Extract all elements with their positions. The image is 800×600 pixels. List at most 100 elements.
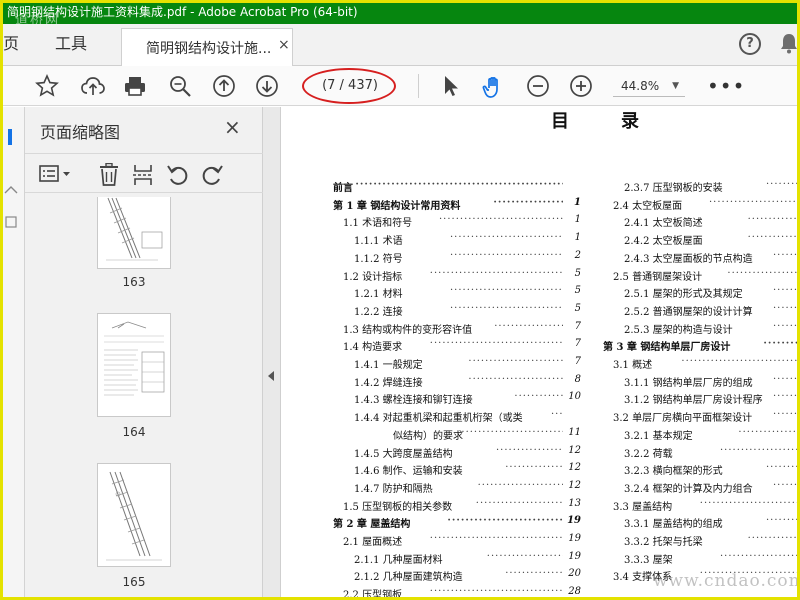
- toc-entry[interactable]: 1.2 设计指标 ································…: [333, 268, 581, 285]
- panel-title: 页面缩略图: [40, 123, 121, 142]
- zoom-in-icon[interactable]: [569, 74, 593, 98]
- toc-entry[interactable]: 2.4.3 太空屋面板的节点构造 ························…: [603, 250, 797, 267]
- previous-page-icon[interactable]: [212, 74, 236, 98]
- tab-home[interactable]: 主页: [3, 24, 19, 66]
- toc-entry[interactable]: 1.4 构造要求 ································…: [333, 338, 581, 355]
- toc-entry[interactable]: 2.1 屋面概述 ································…: [333, 533, 581, 550]
- print-icon[interactable]: [123, 74, 147, 98]
- toc-entry[interactable]: 2.5.3 屋架的构造与设计 ··························…: [603, 321, 797, 338]
- toc-leader-dots: ········································…: [496, 444, 563, 456]
- toc-entry[interactable]: 3.3.2 托架与托梁 ·····························…: [603, 533, 798, 550]
- toc-entry[interactable]: 3.2.3 横向框架的形式 ···························…: [603, 462, 797, 479]
- toc-entry[interactable]: 2.4 太空板屋面 ·······························…: [603, 197, 797, 214]
- toc-entry[interactable]: 2.4.2 太空板屋面 ·····························…: [603, 232, 797, 249]
- page-thumbnail[interactable]: [97, 313, 171, 417]
- toc-entry[interactable]: 1.3 结构或构件的变形容许值 ·························…: [333, 321, 581, 338]
- close-panel-icon[interactable]: ×: [224, 115, 241, 139]
- toc-entry[interactable]: 1.1.1 术语 ································…: [333, 232, 581, 249]
- toc-entry[interactable]: 1.4.1 一般规定 ······························…: [333, 356, 581, 373]
- thumbnail-options-icon[interactable]: [39, 163, 73, 189]
- tab-document[interactable]: 简明钢结构设计施... ×: [121, 28, 293, 66]
- toc-entry[interactable]: 3.1 概述 ··································…: [603, 356, 799, 373]
- toc-entry[interactable]: 3.3.3 屋架 ································…: [603, 550, 800, 568]
- toc-entry[interactable]: 3.2.2 荷载 ································…: [603, 445, 797, 462]
- more-tools-icon[interactable]: •••: [707, 74, 745, 98]
- toc-entry-label: 2.2 压型钢板: [343, 590, 403, 600]
- delete-page-icon[interactable]: [98, 162, 120, 191]
- thumbnail-page-number: 163: [122, 275, 146, 289]
- toc-page-number: 13: [568, 497, 581, 509]
- close-tab-icon[interactable]: ×: [278, 37, 290, 53]
- toc-entry[interactable]: 3.1.2 钢结构单层厂房设计程序 ·······················…: [603, 391, 797, 408]
- toc-entry[interactable]: 3.1.1 钢结构单层厂房的组成 ························…: [603, 373, 799, 391]
- toc-entry[interactable]: 1.4.7 防护和隔热 ·····························…: [333, 480, 581, 497]
- toc-entry[interactable]: 2.2 压型钢板 ································…: [333, 586, 581, 600]
- toc-leader-dots: ········································…: [477, 479, 563, 491]
- toc-entry[interactable]: 3.3.1 屋盖结构的组成 ···························…: [603, 515, 797, 532]
- toc-entry[interactable]: 2.1.1 几种屋面材料 ····························…: [333, 551, 581, 568]
- star-icon[interactable]: [35, 74, 59, 98]
- toc-leader-dots: ········································…: [720, 550, 800, 562]
- title-bar: 简明钢结构设计施工资料集成.pdf - Adobe Acrobat Pro (6…: [3, 3, 797, 24]
- toc-leader-dots: ········································…: [773, 302, 799, 314]
- zoom-out-search-icon[interactable]: [168, 74, 192, 98]
- toc-leader-dots: ········································…: [747, 533, 798, 544]
- toc-entry[interactable]: 1.4.4 对起重机梁和起重机桁架（或类 ····················…: [333, 409, 581, 426]
- rotate-clockwise-icon[interactable]: [200, 163, 224, 191]
- toc-entry[interactable]: 1.1.2 符号 ································…: [333, 250, 581, 267]
- zoom-level-value: 44.8%: [621, 79, 660, 93]
- help-icon[interactable]: ?: [739, 33, 761, 55]
- toc-entry[interactable]: 2.1.2 几种屋面建筑构造 ··························…: [333, 568, 581, 585]
- document-tab-label: 简明钢结构设计施...: [146, 41, 272, 57]
- rotate-counterclockwise-icon[interactable]: [166, 163, 190, 191]
- toc-entry[interactable]: 1.2.1 材料 ································…: [333, 285, 581, 302]
- zoom-out-icon[interactable]: [526, 74, 550, 98]
- toc-entry[interactable]: 第 1 章 钢结构设计常用资料 ·························…: [333, 197, 581, 214]
- toc-entry[interactable]: 第 3 章 钢结构单层厂房设计 ·························…: [603, 338, 797, 355]
- toc-entry-label: 2.1 屋面概述: [343, 537, 403, 548]
- toc-entry[interactable]: 2.5.1 屋架的形式及其规定 ·························…: [603, 285, 797, 302]
- toc-page-number: 8: [574, 373, 581, 385]
- toc-entry[interactable]: 1.4.5 大跨度屋盖结构 ···························…: [333, 445, 581, 462]
- toc-entry[interactable]: 2.5.2 普通钢屋架的设计计算 ························…: [603, 302, 799, 320]
- document-page[interactable]: 目 录 前言 ··································…: [281, 107, 800, 600]
- toc-entry[interactable]: 2.3.7 压型钢板的安装 ···························…: [603, 179, 797, 196]
- toc-entry[interactable]: 前言 ······································…: [333, 179, 581, 196]
- toc-entry[interactable]: 3.2.4 框架的计算及内力组合 ························…: [603, 480, 797, 497]
- toc-entry-label: 似结构）的要求: [393, 430, 463, 442]
- toc-heading: 目 录: [551, 107, 639, 133]
- cloud-upload-icon[interactable]: [80, 74, 105, 98]
- toc-entry[interactable]: 2.4.1 太空板简述 ·····························…: [603, 214, 797, 231]
- zoom-level-select[interactable]: 44.8% ▼: [613, 75, 685, 97]
- extract-page-icon[interactable]: [132, 163, 154, 191]
- page-thumbnail[interactable]: [97, 463, 171, 567]
- toc-entry[interactable]: 2.5 普通钢屋架设计 ·····························…: [603, 268, 797, 285]
- next-page-icon[interactable]: [255, 74, 279, 98]
- toc-entry[interactable]: 1.5 压型钢板的相关参数 ···························…: [333, 498, 581, 515]
- page-thumbnail[interactable]: [97, 197, 171, 269]
- toc-entry[interactable]: 1.4.6 制作、运输和安装 ··························…: [333, 462, 581, 479]
- toc-entry[interactable]: 1.4.2 焊缝连接 ······························…: [333, 374, 581, 391]
- toc-entry-label: 3.3.3 屋架: [624, 554, 673, 566]
- toc-entry[interactable]: 3.2 单层厂房横向平面框架设计 ························…: [603, 409, 797, 426]
- notification-bell-icon[interactable]: [779, 32, 797, 58]
- toc-entry[interactable]: 1.2.2 连接 ································…: [333, 303, 581, 320]
- toc-leader-dots: ········································…: [773, 373, 799, 385]
- toc-entry[interactable]: 3.3 屋盖结构 ································…: [603, 498, 797, 515]
- panel-collapse-handle[interactable]: [263, 107, 281, 597]
- toc-entry-label: 1.4.3 螺栓连接和铆钉连接: [354, 395, 473, 407]
- toc-page-number: 19: [568, 533, 581, 544]
- toc-entry[interactable]: 1.4.3 螺栓连接和铆钉连接 ·························…: [333, 391, 581, 408]
- toc-entry-label: 1.4.7 防护和隔热: [354, 483, 433, 495]
- toc-entry[interactable]: 第 2 章 屋盖结构 ······························…: [333, 515, 581, 532]
- select-cursor-icon[interactable]: [439, 74, 463, 98]
- toc-entry[interactable]: 似结构）的要求·································…: [333, 427, 581, 444]
- toc-entry[interactable]: 3.2.1 基本规定 ······························…: [603, 427, 797, 444]
- toc-leader-dots: ········································…: [681, 356, 799, 367]
- tab-tools[interactable]: 工具: [55, 24, 87, 66]
- toc-leader-dots: ········································…: [468, 373, 563, 385]
- toc-entry-label: 3.3.2 托架与托梁: [624, 537, 703, 548]
- left-nav-strip: [3, 107, 25, 597]
- hand-tool-icon[interactable]: [481, 74, 505, 98]
- toc-entry[interactable]: 1.1 术语和符号 ·······························…: [333, 214, 581, 231]
